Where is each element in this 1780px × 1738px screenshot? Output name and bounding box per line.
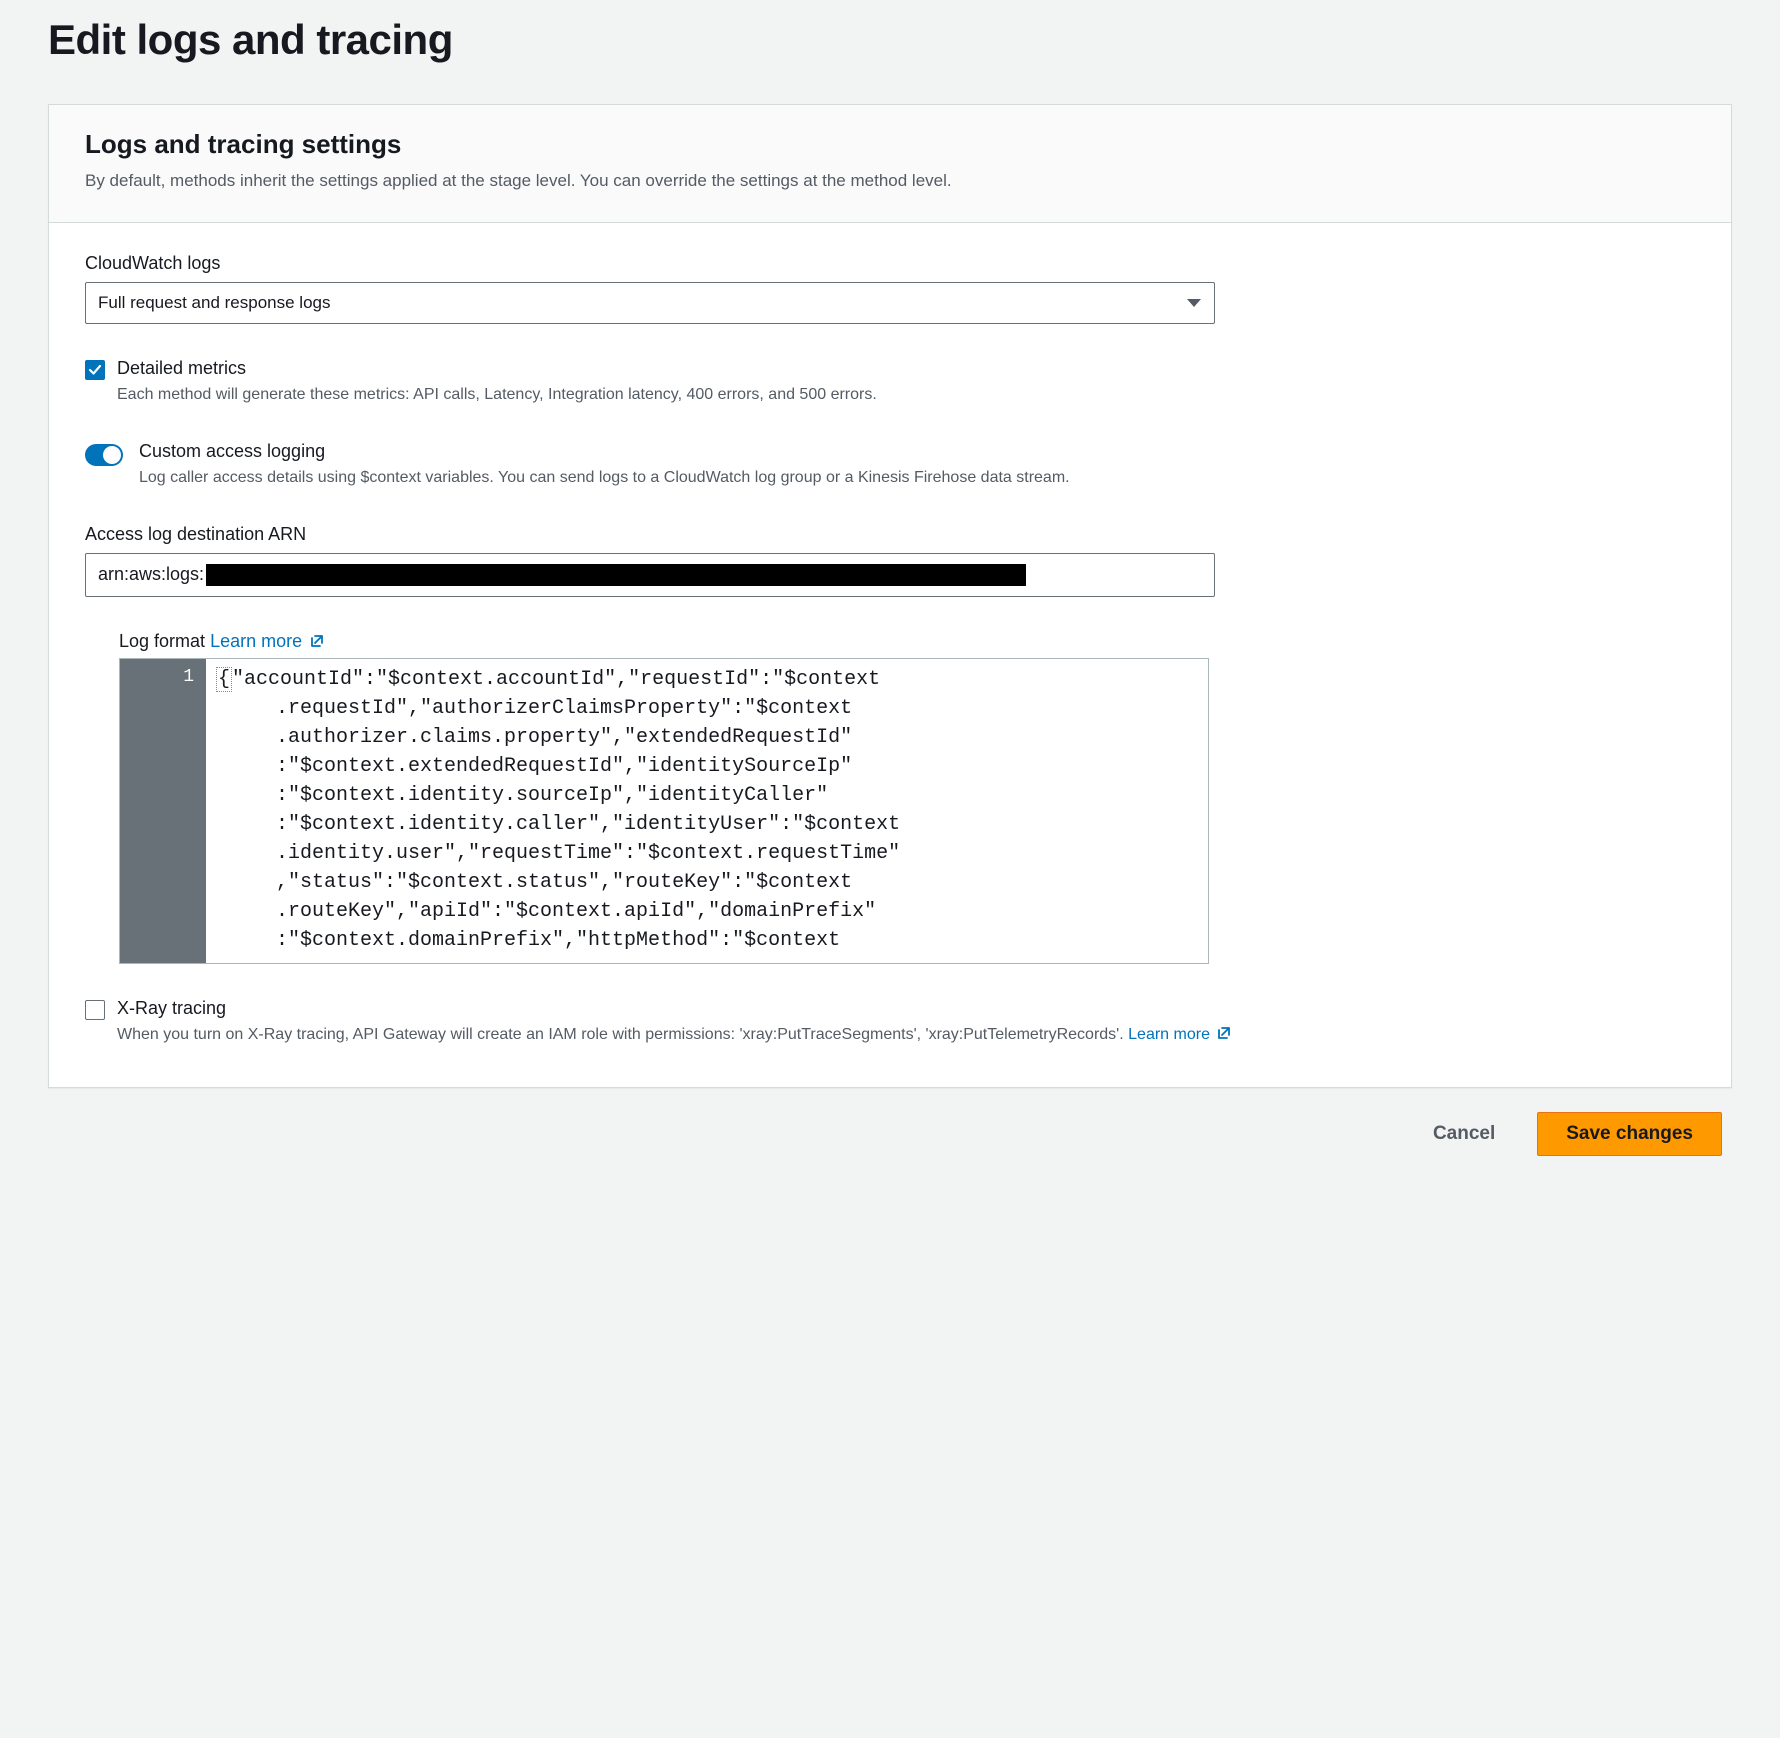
log-format-label: Log format [119, 631, 205, 651]
cancel-button[interactable]: Cancel [1419, 1113, 1509, 1155]
panel-header: Logs and tracing settings By default, me… [49, 105, 1731, 223]
detailed-metrics-checkbox[interactable] [85, 360, 105, 380]
log-format-editor[interactable]: 1 {"accountId":"$context.accountId","req… [119, 658, 1209, 964]
access-log-arn-input[interactable]: arn:aws:logs: [85, 553, 1215, 597]
log-format-code[interactable]: {"accountId":"$context.accountId","reque… [206, 659, 1208, 963]
line-number: 1 [120, 667, 194, 687]
chevron-down-icon [1187, 299, 1201, 307]
footer-actions: Cancel Save changes [48, 1088, 1732, 1156]
external-link-icon [1216, 1025, 1232, 1041]
cloudwatch-logs-label: CloudWatch logs [85, 253, 1695, 274]
arn-redacted [206, 564, 1026, 586]
page-title: Edit logs and tracing [48, 16, 1732, 64]
xray-tracing-field: X-Ray tracing When you turn on X-Ray tra… [85, 998, 1695, 1047]
code-gutter: 1 [120, 659, 206, 963]
external-link-icon [309, 633, 325, 649]
detailed-metrics-description: Each method will generate these metrics:… [117, 383, 877, 407]
settings-panel: Logs and tracing settings By default, me… [48, 104, 1732, 1088]
access-log-arn-field: Access log destination ARN arn:aws:logs: [85, 524, 1695, 597]
save-changes-button[interactable]: Save changes [1537, 1112, 1722, 1156]
log-format-field: Log format Learn more 1 {"accountId":"$c… [85, 631, 1695, 964]
custom-access-logging-label: Custom access logging [139, 441, 1070, 462]
cloudwatch-logs-dropdown-button[interactable]: Full request and response logs [85, 282, 1215, 324]
check-icon [88, 363, 102, 377]
xray-learn-more-link[interactable]: Learn more [1128, 1026, 1232, 1043]
access-log-arn-label: Access log destination ARN [85, 524, 1695, 545]
cloudwatch-logs-dropdown[interactable]: Full request and response logs [85, 282, 1215, 324]
log-format-learn-more-link[interactable]: Learn more [210, 631, 325, 651]
arn-prefix: arn:aws:logs: [98, 564, 204, 585]
detailed-metrics-field: Detailed metrics Each method will genera… [85, 358, 1695, 407]
xray-tracing-label: X-Ray tracing [117, 998, 1232, 1019]
xray-tracing-description: When you turn on X-Ray tracing, API Gate… [117, 1023, 1232, 1047]
panel-description: By default, methods inherit the settings… [85, 168, 1695, 194]
cloudwatch-logs-field: CloudWatch logs Full request and respons… [85, 253, 1695, 324]
custom-access-logging-field: Custom access logging Log caller access … [85, 441, 1695, 490]
custom-access-logging-description: Log caller access details using $context… [139, 466, 1070, 490]
panel-title: Logs and tracing settings [85, 129, 1695, 160]
detailed-metrics-label: Detailed metrics [117, 358, 877, 379]
toggle-knob-icon [103, 446, 121, 464]
custom-access-logging-toggle[interactable] [85, 444, 123, 466]
xray-tracing-checkbox[interactable] [85, 1000, 105, 1020]
